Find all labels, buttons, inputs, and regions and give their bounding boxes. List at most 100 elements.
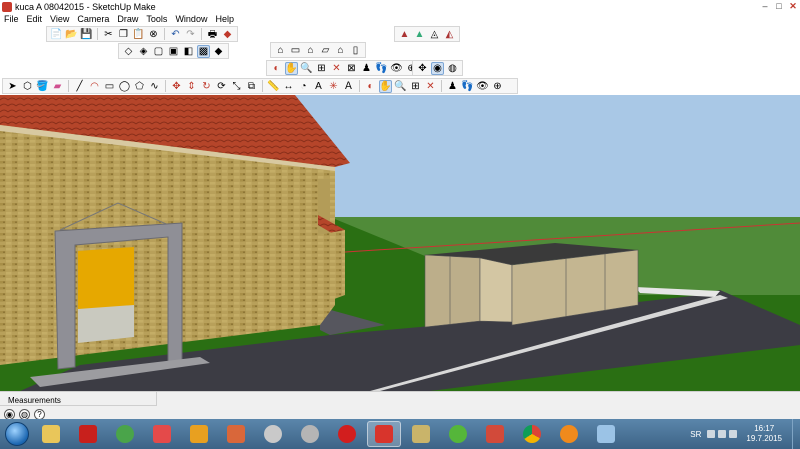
main-zoom-icon[interactable]: 🔍 bbox=[394, 80, 407, 93]
menu-edit[interactable]: Edit bbox=[23, 14, 47, 24]
media-player-icon[interactable] bbox=[182, 421, 216, 447]
rectangle-icon[interactable]: ▭ bbox=[103, 80, 116, 93]
style-hidden-line-icon[interactable]: ▣ bbox=[167, 45, 180, 58]
style-xray-icon[interactable]: ◇ bbox=[122, 45, 135, 58]
globe-icon[interactable] bbox=[256, 421, 290, 447]
polygon-icon[interactable]: ⬠ bbox=[133, 80, 146, 93]
push-pull-icon[interactable]: ⇕ bbox=[185, 80, 198, 93]
make-component-icon[interactable]: ⬡ bbox=[21, 80, 34, 93]
scene-canvas[interactable] bbox=[0, 95, 800, 391]
save-icon[interactable]: 💾 bbox=[80, 28, 93, 41]
copy-icon[interactable]: ❐ bbox=[117, 28, 130, 41]
style-textured-icon[interactable]: ▩ bbox=[197, 44, 210, 58]
main-position-camera-icon[interactable]: ♟ bbox=[446, 80, 459, 93]
pdf-red-icon[interactable] bbox=[478, 421, 512, 447]
main-section-plane-icon[interactable]: ⊕ bbox=[491, 80, 504, 93]
right-view-icon[interactable]: ▱ bbox=[319, 44, 332, 57]
maximize-button[interactable]: □ bbox=[772, 0, 786, 13]
rotate-icon[interactable]: ↻ bbox=[200, 80, 213, 93]
pdf-tool-icon[interactable] bbox=[145, 421, 179, 447]
open-icon[interactable]: 📂 bbox=[65, 28, 78, 41]
dvd-icon[interactable] bbox=[293, 421, 327, 447]
main-walk-icon[interactable]: 👣 bbox=[461, 80, 474, 93]
text-icon[interactable]: A bbox=[312, 80, 325, 93]
freehand-icon[interactable]: ∿ bbox=[148, 80, 161, 93]
arc-icon[interactable]: ◠ bbox=[88, 80, 101, 93]
opera-icon[interactable] bbox=[330, 421, 364, 447]
sandbox-b-icon[interactable]: ▲ bbox=[413, 28, 426, 41]
iso-view-icon[interactable]: ⌂ bbox=[274, 44, 287, 57]
notepad-icon[interactable] bbox=[404, 421, 438, 447]
new-icon[interactable]: 📄 bbox=[50, 28, 63, 41]
chrome-icon[interactable] bbox=[515, 421, 549, 447]
axes-icon[interactable]: ✳ bbox=[327, 80, 340, 93]
line-icon[interactable]: ╱ bbox=[73, 80, 86, 93]
nav-zoom-icon[interactable]: ◍ bbox=[446, 62, 459, 75]
scale-icon[interactable]: ⤡ bbox=[230, 80, 243, 93]
back-view-icon[interactable]: ⌂ bbox=[334, 44, 347, 57]
paste-icon[interactable]: 📋 bbox=[132, 28, 145, 41]
main-look-around-icon[interactable]: 👁 bbox=[476, 80, 489, 93]
tape-measure-icon[interactable]: 📏 bbox=[267, 80, 280, 93]
move-icon[interactable]: ✥ bbox=[170, 80, 183, 93]
style-shaded-icon[interactable]: ◧ bbox=[182, 45, 195, 58]
redo-icon[interactable]: ↷ bbox=[184, 28, 197, 41]
style-wireframe-icon[interactable]: ▢ bbox=[152, 45, 165, 58]
menu-tools[interactable]: Tools bbox=[142, 14, 171, 24]
undo-icon[interactable]: ↶ bbox=[169, 28, 182, 41]
paint-bucket-icon[interactable]: 🪣 bbox=[36, 80, 49, 93]
vlc-icon[interactable] bbox=[552, 421, 586, 447]
orbit-icon[interactable]: ◐ bbox=[270, 62, 283, 75]
follow-me-icon[interactable]: ⟳ bbox=[215, 80, 228, 93]
main-zoom-extents-icon[interactable]: ✕ bbox=[424, 80, 437, 93]
menu-draw[interactable]: Draw bbox=[113, 14, 142, 24]
nav-pan-icon[interactable]: ◉ bbox=[431, 61, 444, 75]
start-button[interactable] bbox=[0, 419, 34, 449]
main-orbit-icon[interactable]: ◐ bbox=[364, 80, 377, 93]
volume-icon[interactable] bbox=[729, 430, 738, 438]
previous-view-icon[interactable]: ⊠ bbox=[345, 62, 358, 75]
menu-window[interactable]: Window bbox=[171, 14, 211, 24]
minimize-button[interactable]: – bbox=[758, 0, 772, 13]
walk-icon[interactable]: 👣 bbox=[375, 62, 388, 75]
language-indicator[interactable]: SR bbox=[690, 430, 701, 439]
style-monochrome-icon[interactable]: ◆ bbox=[212, 45, 225, 58]
main-pan-icon[interactable]: ✋ bbox=[379, 79, 392, 93]
chrome-app-icon[interactable] bbox=[108, 421, 142, 447]
zoom-icon[interactable]: 🔍 bbox=[300, 62, 313, 75]
main-zoom-window-icon[interactable]: ⊞ bbox=[409, 80, 422, 93]
close-button[interactable]: ✕ bbox=[786, 0, 800, 13]
sandbox-a-icon[interactable]: ▲ bbox=[398, 28, 411, 41]
look-around-icon[interactable]: 👁 bbox=[390, 62, 403, 75]
explorer-icon[interactable] bbox=[34, 421, 68, 447]
protractor-icon[interactable]: ◔ bbox=[297, 80, 310, 93]
menu-view[interactable]: View bbox=[46, 14, 73, 24]
model-viewport[interactable] bbox=[0, 95, 800, 391]
cut-icon[interactable]: ✂ bbox=[102, 28, 115, 41]
left-view-icon[interactable]: ▯ bbox=[349, 44, 362, 57]
offset-icon[interactable]: ⧉ bbox=[245, 80, 258, 93]
print-icon[interactable]: 🖶 bbox=[206, 28, 219, 41]
top-view-icon[interactable]: ▭ bbox=[289, 44, 302, 57]
front-view-icon[interactable]: ⌂ bbox=[304, 44, 317, 57]
utorrent-icon[interactable] bbox=[441, 421, 475, 447]
sketchup-icon[interactable] bbox=[367, 421, 401, 447]
sandbox-c-icon[interactable]: ◬ bbox=[428, 28, 441, 41]
nav-orbit-icon[interactable]: ✥ bbox=[416, 62, 429, 75]
image-viewer-icon[interactable] bbox=[219, 421, 253, 447]
menu-help[interactable]: Help bbox=[211, 14, 238, 24]
position-camera-icon[interactable]: ♟ bbox=[360, 62, 373, 75]
tray-arrow-icon[interactable] bbox=[707, 430, 716, 438]
eraser-icon[interactable]: ▰ bbox=[51, 80, 64, 93]
sandbox-d-icon[interactable]: ◭ bbox=[443, 28, 456, 41]
menu-camera[interactable]: Camera bbox=[73, 14, 113, 24]
network-icon[interactable] bbox=[718, 430, 727, 438]
dimension-icon[interactable]: ↔ bbox=[282, 80, 295, 93]
acrobat-icon[interactable] bbox=[71, 421, 105, 447]
select-icon[interactable]: ➤ bbox=[6, 80, 19, 93]
pan-icon[interactable]: ✋ bbox=[285, 61, 298, 75]
menu-file[interactable]: File bbox=[0, 14, 23, 24]
circle-icon[interactable]: ◯ bbox=[118, 80, 131, 93]
show-desktop-button[interactable] bbox=[792, 419, 800, 449]
style-back-edges-icon[interactable]: ◈ bbox=[137, 45, 150, 58]
